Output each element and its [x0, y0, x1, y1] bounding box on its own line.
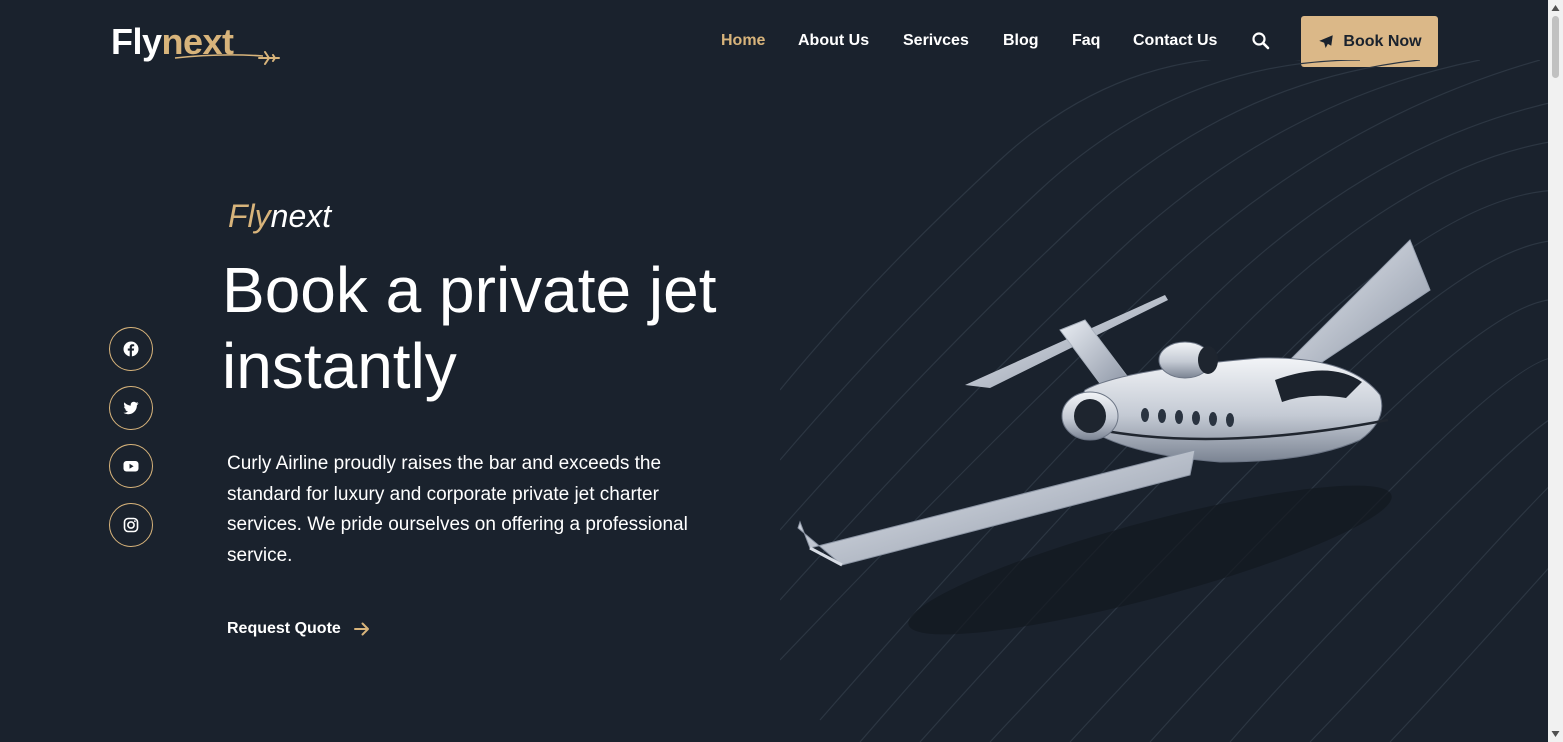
nav-home[interactable]: Home — [721, 28, 765, 54]
headline-line-1: Book a private jet — [222, 254, 717, 326]
scrollbar-thumb[interactable] — [1552, 16, 1559, 78]
twitter-icon — [123, 401, 139, 414]
arrow-right-icon — [353, 622, 369, 636]
hero-description: Curly Airline proudly raises the bar and… — [227, 453, 688, 566]
instagram-icon — [123, 517, 139, 532]
scroll-up-icon[interactable] — [1551, 4, 1560, 12]
facebook-icon — [123, 341, 139, 357]
youtube-link[interactable] — [109, 444, 153, 488]
nav-contact-us[interactable]: Contact Us — [1133, 28, 1217, 54]
private-jet-image — [797, 239, 1431, 635]
eyebrow-part-next: next — [270, 198, 332, 234]
search-icon[interactable] — [1251, 31, 1271, 51]
instagram-link[interactable] — [109, 502, 153, 547]
hero-eyebrow: Flynext — [228, 196, 331, 236]
headline-line-2: instantly — [222, 330, 457, 402]
nav-faq[interactable]: Faq — [1072, 28, 1100, 54]
request-quote-link[interactable]: Request Quote — [227, 620, 371, 638]
request-quote-label: Request Quote — [227, 620, 341, 637]
plane-icon — [1319, 34, 1334, 48]
facebook-link[interactable] — [109, 327, 153, 371]
logo[interactable]: Flynext — [111, 20, 281, 70]
youtube-icon — [123, 461, 139, 472]
eyebrow-part-fly: Fly — [228, 198, 271, 234]
twitter-link[interactable] — [109, 385, 153, 430]
logo-plane-icon — [174, 51, 280, 65]
scrollbar[interactable] — [1548, 0, 1563, 742]
book-now-label: Book Now — [1343, 32, 1422, 50]
nav-services[interactable]: Serivces — [903, 28, 969, 54]
social-links — [109, 327, 155, 561]
hero-headline: Book a private jet instantly — [222, 252, 782, 404]
scroll-down-icon[interactable] — [1551, 730, 1560, 738]
nav-blog[interactable]: Blog — [1003, 28, 1039, 54]
logo-part-fly: Fly — [111, 21, 162, 62]
nav-about-us[interactable]: About Us — [798, 28, 869, 54]
